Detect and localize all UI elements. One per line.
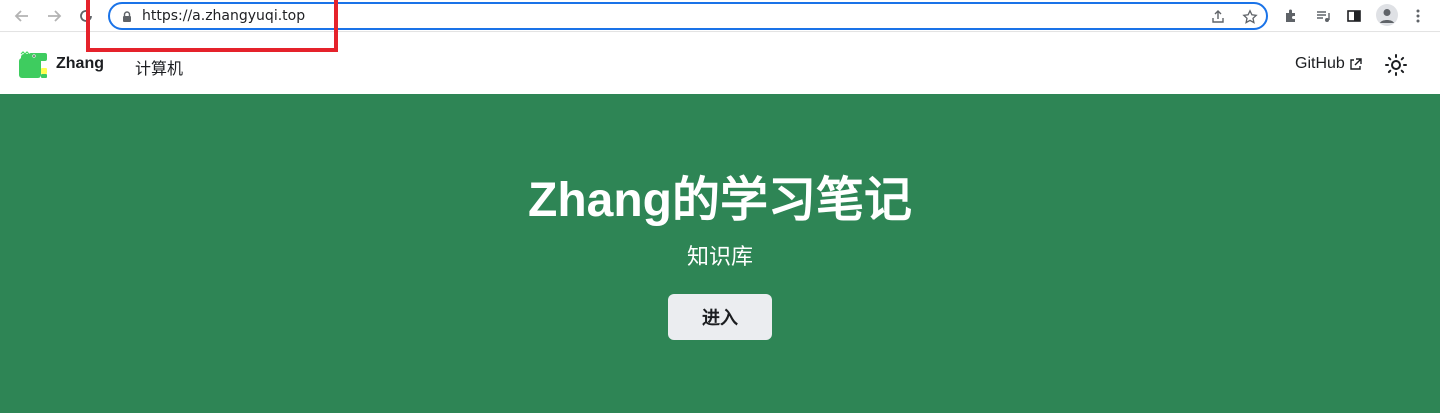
enter-button[interactable]: 进入 (668, 294, 772, 340)
github-label[interactable]: GitHub (1295, 55, 1345, 73)
brand-name[interactable]: Zhang (56, 55, 104, 73)
side-panel-icon[interactable] (1343, 5, 1365, 27)
nav-link-computer[interactable]: 计算机 (135, 55, 183, 79)
menu-icon[interactable] (1407, 5, 1429, 27)
hero-title: Zhang的学习笔记 (528, 174, 912, 227)
github-link[interactable]: GitHub (1295, 55, 1362, 73)
theme-toggle-sun-icon[interactable] (1384, 53, 1408, 77)
share-icon[interactable] (1208, 8, 1228, 26)
dinosaur-logo-icon[interactable] (17, 50, 49, 80)
star-icon[interactable] (1240, 8, 1260, 26)
extensions-icon[interactable] (1280, 5, 1302, 27)
profile-icon[interactable] (1376, 4, 1398, 26)
back-icon[interactable] (10, 5, 34, 27)
forward-icon[interactable] (42, 5, 66, 27)
hero-banner: Zhang的学习笔记 知识库 进入 (0, 94, 1440, 413)
hero-subtitle: 知识库 (686, 244, 753, 269)
external-link-icon (1350, 57, 1362, 70)
red-highlight-box (86, 0, 338, 52)
media-icon[interactable] (1312, 5, 1334, 27)
